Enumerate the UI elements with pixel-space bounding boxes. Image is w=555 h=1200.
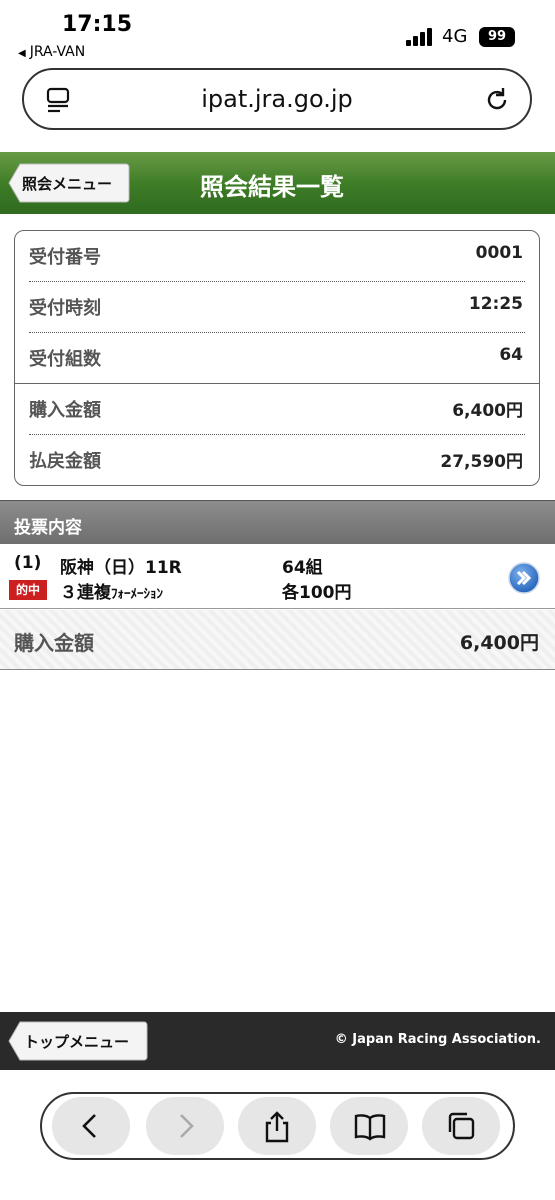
row-value: 27,590円 [440, 452, 523, 472]
back-to-app-link[interactable]: ◀ JRA-VAN [18, 44, 85, 60]
section-title: 投票内容 [14, 518, 82, 538]
row-label: 購入金額 [29, 400, 101, 421]
network-type: 4G [442, 26, 468, 47]
summary-card: 受付番号 0001 受付時刻 12:25 受付組数 64 購入金額 6,400円… [14, 230, 540, 486]
url-text[interactable]: ipat.jra.go.jp [24, 85, 530, 113]
purchase-total: 購入金額 6,400円 [0, 610, 555, 670]
bet-type-sub: ﾌｫｰﾒｰｼｮﾝ [111, 587, 163, 602]
hit-badge: 的中 [9, 580, 47, 600]
status-bar: 17:15 ◀ JRA-VAN 4G 99 [0, 0, 555, 62]
payout-amount-row: 払戻金額 27,590円 [29, 435, 525, 485]
inquiry-menu-label: 照会メニュー [22, 175, 113, 193]
receipt-time-row: 受付時刻 12:25 [29, 282, 525, 332]
combination-count-row: 受付組数 64 [29, 333, 525, 383]
inquiry-menu-button[interactable]: 照会メニュー [8, 163, 130, 203]
signal-icon [406, 28, 434, 46]
copyright-text: © Japan Racing Association. [334, 1032, 541, 1047]
bet-race: 阪神（日）11R [60, 558, 182, 578]
row-value: 0001 [475, 243, 523, 263]
row-label: 受付時刻 [29, 298, 101, 319]
tabs-icon [448, 1112, 475, 1140]
total-value: 6,400円 [459, 632, 539, 654]
page-header: 照会メニュー 照会結果一覧 [0, 152, 555, 214]
bet-type-main: ３連複 [60, 583, 111, 603]
row-value: 64 [499, 345, 523, 365]
chevron-right-icon [180, 1114, 194, 1138]
bet-type: ３連複ﾌｫｰﾒｰｼｮﾝ [60, 578, 163, 603]
share-button[interactable] [238, 1097, 316, 1155]
back-button[interactable] [52, 1097, 130, 1155]
row-label: 受付組数 [29, 349, 101, 370]
chevron-right-icon[interactable] [508, 562, 540, 594]
purchase-amount-row: 購入金額 6,400円 [29, 384, 525, 434]
row-label: 受付番号 [29, 247, 101, 268]
share-icon [265, 1111, 289, 1143]
bet-combos: 64組 [282, 558, 323, 578]
page-footer: トップメニュー © Japan Racing Association. [0, 1012, 555, 1070]
page-title: 照会結果一覧 [200, 173, 344, 201]
bet-contents-header: 投票内容 [0, 500, 555, 544]
book-icon [354, 1114, 386, 1141]
row-value: 12:25 [468, 294, 523, 314]
forward-button[interactable] [146, 1097, 224, 1155]
bookmarks-button[interactable] [330, 1097, 408, 1155]
reload-icon[interactable] [482, 85, 512, 115]
address-bar[interactable]: ipat.jra.go.jp [22, 68, 532, 130]
browser-toolbar [40, 1092, 515, 1160]
bet-number: (1) [14, 553, 42, 573]
receipt-number-row: 受付番号 0001 [29, 231, 525, 281]
row-value: 6,400円 [452, 401, 523, 421]
bet-item[interactable]: (1) 阪神（日）11R 64組 的中 ３連複ﾌｫｰﾒｰｼｮﾝ 各100円 [0, 545, 555, 609]
top-menu-button[interactable]: トップメニュー [8, 1021, 148, 1061]
back-app-label: JRA-VAN [29, 44, 86, 60]
chevron-left-icon [82, 1114, 96, 1138]
back-triangle-icon: ◀ [18, 48, 26, 59]
status-time: 17:15 [62, 12, 133, 37]
battery-icon: 99 [479, 27, 515, 47]
total-label: 購入金額 [14, 631, 94, 655]
row-label: 払戻金額 [29, 451, 101, 472]
bet-unit-price: 各100円 [282, 583, 352, 603]
top-menu-label: トップメニュー [24, 1033, 130, 1051]
tabs-button[interactable] [422, 1097, 500, 1155]
